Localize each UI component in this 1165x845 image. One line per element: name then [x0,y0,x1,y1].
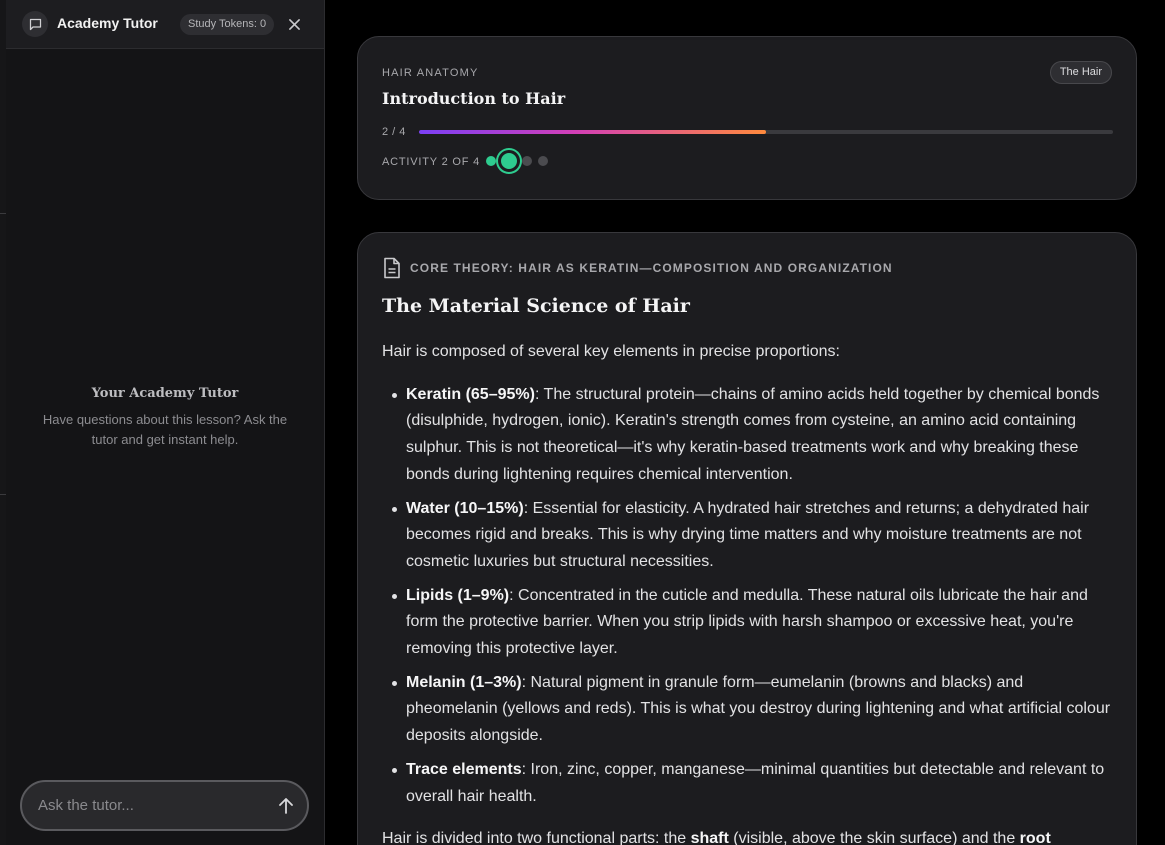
composition-item: Trace elements: Iron, zinc, copper, mang… [382,757,1112,810]
outro-text: Hair is divided into two functional part… [382,830,691,845]
lesson-category: HAIR ANATOMY [382,67,479,79]
activity-stepper [486,150,554,172]
activity-step-dot[interactable] [538,156,548,166]
tutor-empty-description: Have questions about this lesson? Ask th… [42,412,288,447]
lesson-topic-badge: The Hair [1049,61,1112,84]
composition-item: Melanin (1–3%): Natural pigment in granu… [382,670,1112,750]
tutor-empty-state: Your Academy Tutor Have questions about … [6,386,324,450]
composition-item: Keratin (65–95%): The structural protein… [382,382,1112,489]
outro-term-root: root [1019,830,1051,845]
outro-text: (visible, above the skin surface) and th… [728,830,1020,845]
composition-list: Keratin (65–95%): The structural protein… [382,382,1112,811]
tutor-empty-title: Your Academy Tutor [91,386,239,401]
activity-label: ACTIVITY 2 OF 4 [382,156,480,168]
document-icon [384,257,400,279]
lesson-title: Introduction to Hair [382,89,566,108]
composition-text: : Concentrated in the cuticle and medull… [406,586,1088,658]
chat-bubble-icon [22,11,48,37]
tutor-panel: Academy Tutor Study Tokens: 0 Your Acade… [6,0,325,845]
theory-title: The Material Science of Hair [382,295,690,317]
send-button[interactable] [276,796,296,816]
theory-intro: Hair is composed of several key elements… [382,343,840,360]
tutor-title: Academy Tutor [57,15,158,31]
progress-label: 2 / 4 [382,126,406,138]
tutor-header: Academy Tutor Study Tokens: 0 [6,0,324,49]
lesson-header-card: HAIR ANATOMY The Hair Introduction to Ha… [357,36,1137,200]
section-heading: CORE THEORY: HAIR AS KERATIN—COMPOSITION… [382,257,893,279]
ask-tutor-box [20,780,309,831]
core-theory-card: CORE THEORY: HAIR AS KERATIN—COMPOSITION… [357,232,1137,845]
composition-term: Trace elements [406,760,522,778]
composition-item: Lipids (1–9%): Concentrated in the cutic… [382,583,1112,663]
outro-term-shaft: shaft [690,830,729,845]
composition-term: Melanin (1–3%) [406,673,522,691]
lesson-progress-bar [419,130,1113,134]
theory-body: Hair is composed of several key elements… [382,339,1112,845]
activity-step-dot[interactable] [522,156,532,166]
close-tutor-button[interactable] [285,15,303,33]
send-arrow-icon [279,798,293,814]
composition-item: Water (10–15%): Essential for elasticity… [382,496,1112,576]
composition-term: Keratin (65–95%) [406,385,535,403]
theory-outro: Hair is divided into two functional part… [382,826,1112,845]
lesson-progress-fill [419,130,766,134]
activity-step-dot[interactable] [486,156,496,166]
section-kicker: CORE THEORY: HAIR AS KERATIN—COMPOSITION… [410,261,893,275]
app-root: Academy Tutor Study Tokens: 0 Your Acade… [0,0,1165,845]
study-tokens-badge: Study Tokens: 0 [180,14,275,35]
ask-tutor-input[interactable] [38,782,258,829]
composition-term: Water (10–15%) [406,499,524,517]
composition-term: Lipids (1–9%) [406,586,510,604]
activity-step-dot[interactable] [498,150,520,172]
close-icon [288,18,300,30]
